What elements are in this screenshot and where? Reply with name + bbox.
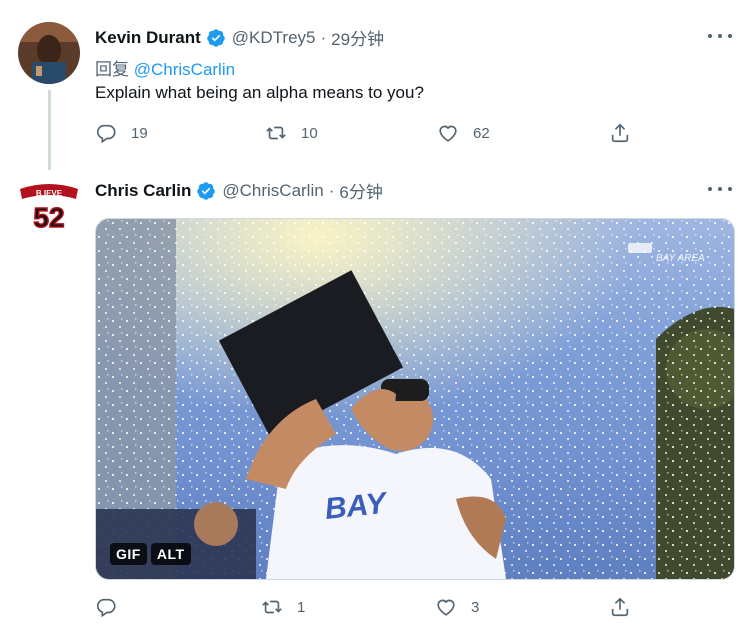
- share-icon: [611, 123, 629, 143]
- retweet-button[interactable]: 10: [265, 122, 318, 144]
- like-count: 62: [473, 124, 490, 142]
- author-name[interactable]: Chris Carlin: [95, 181, 191, 201]
- media-badges: GIF ALT: [110, 543, 191, 565]
- retweet-count: 1: [297, 598, 306, 616]
- tweet-actions: 19 10 62: [95, 122, 655, 146]
- verified-badge-icon: [207, 28, 225, 47]
- tweet-time[interactable]: 29分钟: [331, 25, 384, 50]
- avatar-chris-carlin[interactable]: B IEVE 52: [18, 177, 80, 239]
- reply-prefix: 回复: [95, 60, 129, 79]
- reply-icon: [96, 598, 116, 618]
- author-name[interactable]: Kevin Durant: [95, 28, 201, 48]
- avatar-kevin-durant[interactable]: [18, 22, 80, 84]
- gif-frame-image: BAY BAY AREA: [96, 219, 734, 579]
- heart-icon: [437, 599, 455, 616]
- tweet-kevin-durant[interactable]: Kevin Durant @KDTrey5 · 29分钟 回复 @ChrisCa…: [0, 0, 750, 175]
- retweet-count: 10: [301, 124, 318, 142]
- separator-dot: ·: [328, 180, 335, 200]
- share-button[interactable]: [609, 596, 631, 618]
- tweet-actions: 1 3: [95, 596, 655, 620]
- replying-to: 回复 @ChrisCarlin: [95, 55, 235, 80]
- gif-badge: GIF: [110, 543, 147, 565]
- heart-icon: [439, 125, 457, 142]
- retweet-icon: [262, 600, 282, 614]
- reply-button[interactable]: [95, 596, 131, 618]
- reply-icon: [96, 124, 116, 144]
- tweet-header: Chris Carlin @ChrisCarlin · 6分钟: [95, 178, 383, 203]
- tweet-text: Explain what being an alpha means to you…: [95, 83, 424, 102]
- like-button[interactable]: 62: [437, 122, 490, 144]
- thread-connector-line: [48, 90, 51, 170]
- tweet-time[interactable]: 6分钟: [339, 178, 382, 203]
- reply-mention-link[interactable]: @ChrisCarlin: [134, 60, 235, 79]
- like-count: 3: [471, 598, 480, 616]
- retweet-icon: [266, 126, 286, 140]
- svg-text:B IEVE: B IEVE: [36, 189, 63, 198]
- svg-text:BAY AREA: BAY AREA: [656, 253, 705, 264]
- more-options-icon[interactable]: [708, 26, 732, 46]
- gif-media[interactable]: BAY BAY AREA GIF ALT: [95, 218, 735, 580]
- tweet-header: Kevin Durant @KDTrey5 · 29分钟: [95, 25, 384, 50]
- svg-text:BAY: BAY: [323, 486, 390, 526]
- share-icon: [611, 597, 629, 617]
- like-button[interactable]: 3: [435, 596, 479, 618]
- reply-button[interactable]: 19: [95, 122, 148, 144]
- alt-text-button[interactable]: ALT: [150, 543, 191, 565]
- svg-text:52: 52: [33, 202, 64, 233]
- verified-badge-icon: [197, 181, 216, 200]
- author-handle[interactable]: @ChrisCarlin: [222, 181, 323, 201]
- more-options-icon[interactable]: [708, 179, 732, 199]
- author-handle[interactable]: @KDTrey5: [232, 28, 316, 48]
- share-button[interactable]: [609, 122, 631, 144]
- separator-dot: ·: [320, 27, 327, 47]
- reply-count: 19: [131, 124, 148, 142]
- retweet-button[interactable]: 1: [261, 596, 305, 618]
